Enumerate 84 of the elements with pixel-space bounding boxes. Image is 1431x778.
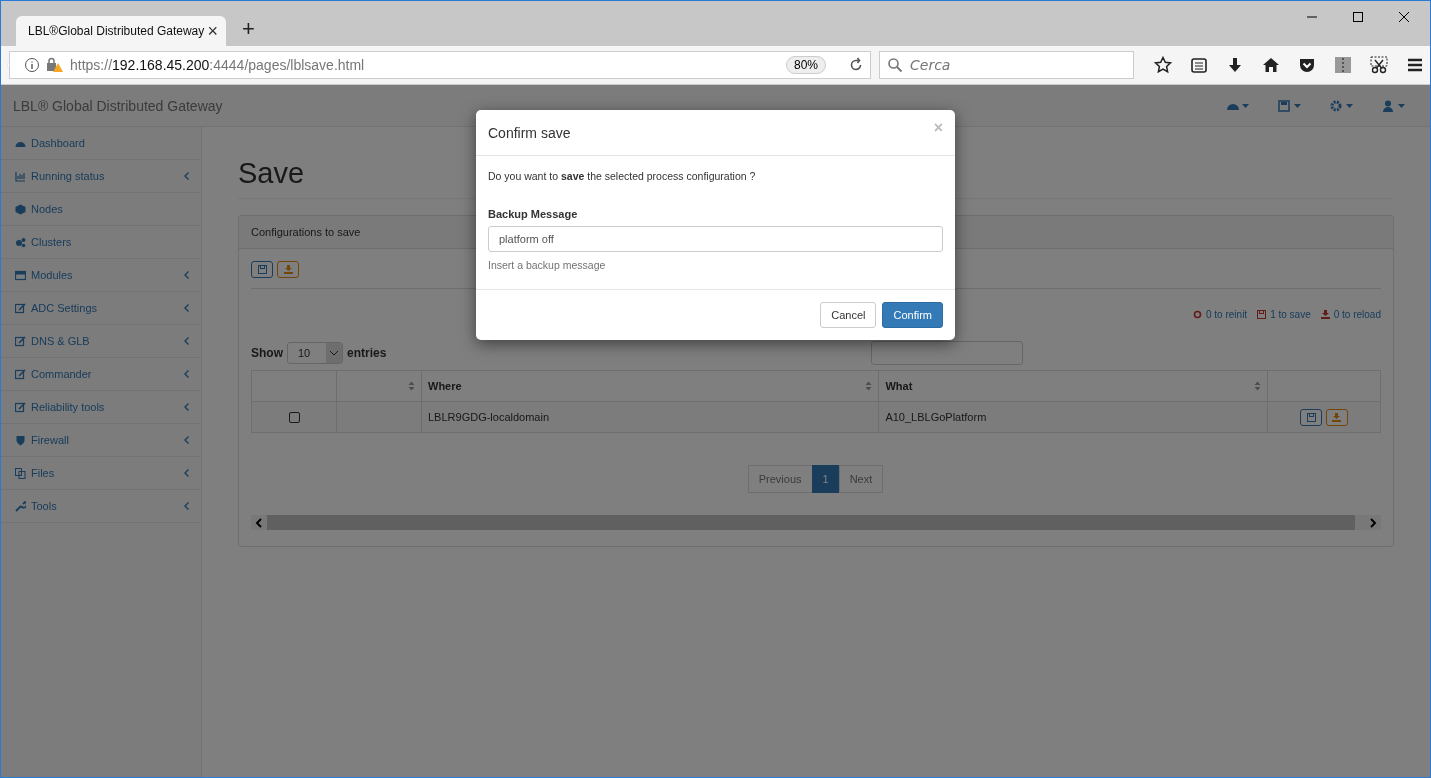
pagination-button[interactable]: Next — [838, 465, 884, 493]
bookmark-star-icon[interactable] — [1154, 56, 1172, 74]
sidebar-item[interactable]: Dashboard — [1, 127, 201, 160]
url-text[interactable]: https://192.168.45.200:4444/pages/lblsave.html — [70, 57, 780, 73]
brand-title[interactable]: LBL® Global Distributed Gateway — [13, 97, 223, 114]
close-icon[interactable] — [1398, 11, 1410, 23]
save-all-button[interactable] — [251, 261, 273, 278]
settings-dropdown-icon[interactable] — [1330, 99, 1354, 112]
sidebar-item[interactable]: Files — [1, 457, 201, 490]
browser-tab[interactable]: LBL®Global Distributed Gateway × — [16, 16, 226, 46]
save-dropdown-icon[interactable] — [1278, 99, 1302, 112]
close-tab-button[interactable]: × — [207, 20, 218, 42]
backup-message-field[interactable]: platform off — [488, 226, 943, 252]
menu-item-icon — [15, 401, 26, 413]
dialog-message: Do you want to save the selected process configuration ? — [488, 170, 757, 182]
pagination-button[interactable]: 1 — [811, 465, 840, 493]
column-header[interactable]: Where — [428, 380, 462, 392]
field-label: Backup Message — [488, 208, 579, 220]
sidebar-item[interactable]: Clusters — [1, 226, 201, 259]
scissors-icon[interactable] — [1370, 56, 1388, 74]
zoom-badge[interactable]: 80% — [785, 56, 826, 74]
pocket-icon[interactable] — [1298, 56, 1316, 74]
table-cell: LBLR9GDG-localdomain — [428, 411, 550, 423]
pagination-button[interactable]: Previous — [747, 465, 813, 493]
horizontal-scrollbar[interactable] — [251, 515, 1381, 530]
menu-item-icon — [15, 236, 26, 248]
maximize-icon[interactable] — [1352, 11, 1364, 23]
close-button[interactable]: × — [933, 118, 943, 137]
menu-item-icon — [15, 500, 26, 512]
dialog-title: Confirm save — [488, 124, 571, 141]
menu-item-icon — [15, 335, 26, 347]
menu-item-icon — [15, 368, 26, 380]
confirm-button[interactable]: Confirm — [882, 302, 943, 328]
table-cell: A10_LBLGoPlatform — [885, 411, 987, 423]
save-row-button[interactable] — [1300, 408, 1323, 426]
floppy-icon — [257, 265, 267, 274]
help-text: Insert a backup message — [488, 259, 607, 271]
counter-text: 1 to save — [1270, 309, 1311, 320]
menu-item-icon — [15, 269, 26, 281]
sidebar-item[interactable]: Tools — [1, 490, 201, 523]
panel-title: Configurations to save — [251, 226, 361, 238]
download-icon[interactable] — [1226, 56, 1244, 74]
user-dropdown-icon[interactable] — [1382, 99, 1406, 112]
menu-item-icon — [15, 302, 26, 314]
refresh-icon — [1193, 310, 1202, 319]
sidebar-item[interactable]: Modules — [1, 259, 201, 292]
zip-icon[interactable] — [1334, 56, 1352, 74]
floppy-icon — [1257, 310, 1267, 319]
reading-list-icon[interactable] — [1190, 56, 1208, 74]
home-icon[interactable] — [1262, 56, 1280, 74]
menu-item-icon — [15, 434, 26, 446]
info-icon[interactable] — [24, 57, 40, 73]
sidebar-item[interactable]: ADC Settings — [1, 292, 201, 325]
counter-text: 0 to reinit — [1206, 309, 1248, 320]
show-label: Show — [251, 346, 283, 360]
new-tab-button[interactable]: + — [242, 16, 255, 42]
menu-item-icon — [15, 467, 26, 479]
search-icon — [887, 57, 903, 73]
sidebar-item[interactable]: Running status — [1, 160, 201, 193]
floppy-icon — [1306, 412, 1316, 422]
tab-title: LBL®Global Distributed Gateway — [28, 24, 205, 38]
entries-label: entries — [347, 346, 387, 360]
menu-item-icon — [15, 203, 26, 215]
sidebar-item[interactable]: Firewall — [1, 424, 201, 457]
download-icon — [1332, 412, 1342, 422]
sidebar-item[interactable]: Nodes — [1, 193, 201, 226]
lock-warning-icon[interactable] — [46, 57, 64, 73]
sidebar-item[interactable]: DNS & GLB — [1, 325, 201, 358]
search-input[interactable] — [871, 341, 1023, 365]
sidebar-item[interactable]: Reliability tools — [1, 391, 201, 424]
reload-icon[interactable] — [848, 57, 864, 73]
counter-text: 0 to reload — [1333, 309, 1381, 320]
column-header[interactable]: What — [885, 380, 913, 392]
sidebar-item[interactable]: Commander — [1, 358, 201, 391]
download-icon — [283, 265, 293, 274]
chevron-down-icon — [326, 343, 342, 363]
menu-item-icon — [15, 170, 26, 182]
address-bar[interactable]: https://192.168.45.200:4444/pages/lblsave.html 80% — [9, 51, 871, 79]
cancel-button[interactable]: Cancel — [820, 302, 877, 328]
row-checkbox[interactable] — [288, 412, 300, 424]
entries-select[interactable]: 10 — [287, 342, 343, 364]
search-field[interactable]: Cerca — [879, 51, 1134, 79]
menu-icon[interactable] — [1406, 56, 1424, 74]
download-icon — [1320, 310, 1330, 319]
